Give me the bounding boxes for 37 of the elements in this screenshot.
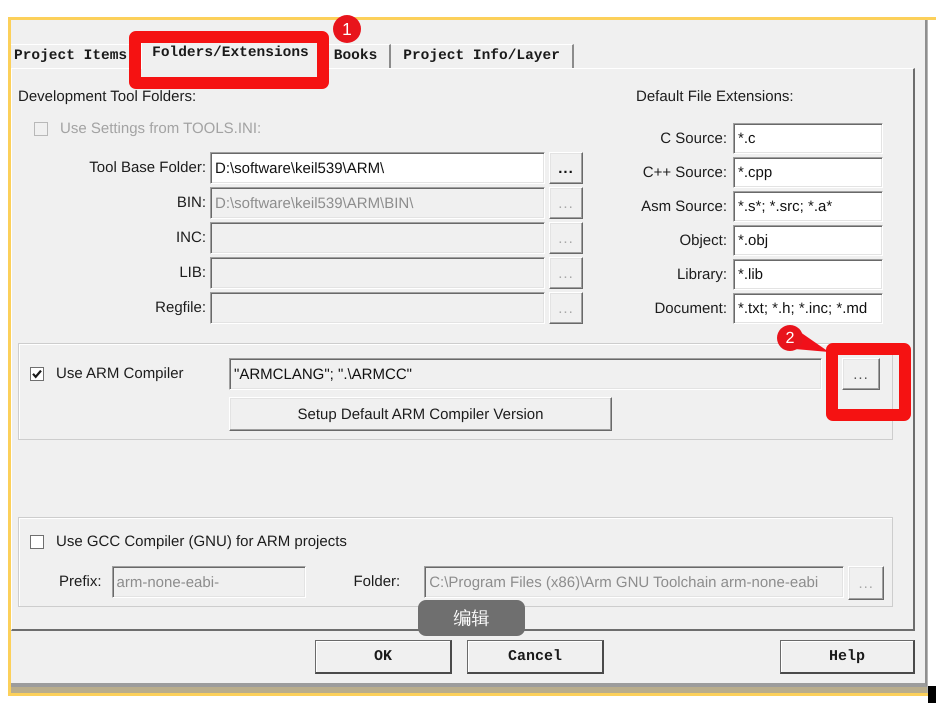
field-label: Tool Base Folder: xyxy=(88,158,206,178)
text-field[interactable]: *.cpp xyxy=(733,157,883,188)
checkbox-label: Use Settings from TOOLS.INI: xyxy=(60,119,262,139)
section-title: Default File Extensions: xyxy=(636,87,795,107)
field-label: Prefix: xyxy=(59,572,102,592)
field-label: Asm Source: xyxy=(640,196,727,216)
section-title: Development Tool Folders: xyxy=(18,87,198,107)
text-field[interactable]: D:\software\keil539\ARM\ xyxy=(210,152,545,184)
corner-block xyxy=(928,686,936,703)
text-field[interactable]: *.txt; *.h; *.inc; *.md xyxy=(733,293,883,324)
field-label: BIN: xyxy=(176,193,206,213)
field-label: Regfile: xyxy=(154,298,206,318)
field-label: INC: xyxy=(175,228,206,248)
checkbox-label: Use ARM Compiler xyxy=(56,364,184,384)
tab[interactable]: Project Info/Layer xyxy=(391,44,574,68)
field-label: Object: xyxy=(678,230,727,250)
field-label: C Source: xyxy=(659,128,727,148)
browse-button[interactable]: ... xyxy=(842,358,880,390)
browse-button[interactable]: ... xyxy=(549,152,583,184)
field-label: Document: xyxy=(653,298,727,318)
text-field[interactable]: *.c xyxy=(733,123,883,154)
checkbox[interactable] xyxy=(30,535,44,549)
text-field[interactable]: *.obj xyxy=(733,225,883,256)
checkbox-label: Use GCC Compiler (GNU) for ARM projects xyxy=(56,532,347,552)
field-label: Folder: xyxy=(354,572,400,592)
dialog-button[interactable]: Cancel xyxy=(467,640,604,674)
text-field[interactable]: *.s*; *.src; *.a* xyxy=(733,191,883,222)
field-label: C++ Source: xyxy=(642,162,727,182)
checkbox[interactable] xyxy=(30,367,44,381)
tooltip: 编辑 xyxy=(418,600,525,636)
field-label: Library: xyxy=(676,264,727,284)
field-label: LIB: xyxy=(178,263,206,283)
dialog-button[interactable]: OK xyxy=(315,640,452,674)
setup-compiler-button[interactable]: Setup Default ARM Compiler Version xyxy=(229,397,612,431)
text-field[interactable]: *.lib xyxy=(733,259,883,290)
dialog-button[interactable]: Help xyxy=(780,640,915,674)
text-field[interactable]: "ARMCLANG"; ".\ARMCC" xyxy=(229,358,822,390)
